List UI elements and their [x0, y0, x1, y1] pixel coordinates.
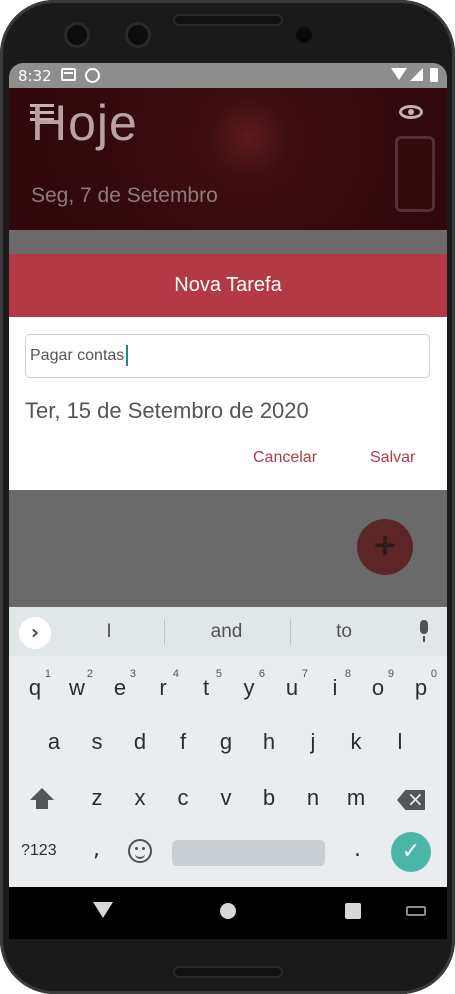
- eye-icon: [399, 105, 423, 119]
- key[interactable]: z: [81, 774, 113, 822]
- space-key[interactable]: [172, 840, 325, 866]
- wifi-icon: [391, 68, 407, 80]
- earpiece-speaker: [173, 14, 283, 26]
- front-sensor: [125, 22, 151, 48]
- period-key[interactable]: .: [354, 837, 361, 862]
- task-name-input[interactable]: Pagar contas: [25, 334, 430, 378]
- key[interactable]: n: [297, 774, 329, 822]
- key[interactable]: l: [384, 718, 416, 766]
- key[interactable]: m: [340, 774, 372, 822]
- calendar-icon: [61, 68, 76, 81]
- suggestion-divider: [164, 619, 165, 645]
- key[interactable]: y6: [233, 664, 266, 712]
- key[interactable]: g: [210, 718, 242, 766]
- text-cursor: [126, 345, 129, 367]
- sync-icon: [85, 68, 100, 83]
- key[interactable]: u7: [276, 664, 308, 712]
- app-header: Hoje Seg, 7 de Setembro: [9, 88, 447, 230]
- header-decoration-image: [395, 136, 435, 212]
- key[interactable]: a: [38, 718, 70, 766]
- bottom-speaker: [173, 966, 283, 978]
- key[interactable]: j: [297, 718, 329, 766]
- microphone-icon[interactable]: [417, 620, 431, 644]
- front-camera: [64, 22, 90, 48]
- dialog-title: Nova Tarefa: [9, 254, 447, 317]
- phone-frame: 8:32 Hoje Seg, 7 de Setembro + Nova Tare…: [0, 0, 455, 994]
- suggestion-item[interactable]: and: [199, 621, 254, 643]
- key[interactable]: e3: [104, 664, 136, 712]
- keyboard-switch-icon[interactable]: [406, 906, 426, 916]
- key[interactable]: w2: [61, 664, 93, 712]
- proximity-sensor: [296, 27, 312, 43]
- suggestion-item[interactable]: I: [103, 621, 115, 643]
- suggestion-divider: [290, 619, 291, 645]
- suggestion-item[interactable]: to: [329, 621, 359, 643]
- comma-key[interactable]: ,: [93, 837, 100, 862]
- key[interactable]: b: [253, 774, 285, 822]
- due-date-field[interactable]: Ter, 15 de Setembro de 2020: [25, 398, 309, 424]
- screen: 8:32 Hoje Seg, 7 de Setembro + Nova Tare…: [9, 63, 447, 939]
- battery-icon: [430, 68, 438, 82]
- key[interactable]: r4: [147, 664, 179, 712]
- shift-icon[interactable]: [29, 788, 55, 814]
- page-date: Seg, 7 de Setembro: [31, 184, 218, 207]
- key[interactable]: t5: [190, 664, 222, 712]
- emoji-icon[interactable]: [128, 839, 152, 863]
- key[interactable]: c: [167, 774, 199, 822]
- key[interactable]: d: [124, 718, 156, 766]
- status-time: 8:32: [18, 67, 52, 85]
- new-task-dialog: Nova Tarefa Pagar contas Ter, 15 de Sete…: [9, 254, 447, 490]
- key[interactable]: x: [124, 774, 156, 822]
- back-icon[interactable]: [93, 902, 113, 918]
- page-title: Hoje: [31, 95, 138, 151]
- cancel-button[interactable]: Cancelar: [253, 449, 317, 467]
- key[interactable]: i8: [319, 664, 351, 712]
- recent-apps-icon[interactable]: [345, 903, 361, 919]
- task-name-value: Pagar contas: [30, 347, 125, 364]
- key[interactable]: k: [340, 718, 372, 766]
- signal-icon: [410, 68, 423, 81]
- chevron-right-icon[interactable]: ›: [19, 617, 51, 649]
- key[interactable]: h: [253, 718, 285, 766]
- key[interactable]: s: [81, 718, 113, 766]
- suggestion-bar: › I and to: [9, 607, 447, 656]
- key[interactable]: p0: [405, 664, 437, 712]
- add-task-button: +: [357, 519, 413, 575]
- key[interactable]: o9: [362, 664, 394, 712]
- numbers-key[interactable]: ?123: [21, 842, 57, 860]
- home-icon[interactable]: [220, 903, 236, 919]
- navigation-bar: [9, 887, 447, 939]
- key[interactable]: q1: [19, 664, 51, 712]
- key[interactable]: f: [167, 718, 199, 766]
- save-button[interactable]: Salvar: [370, 449, 415, 467]
- key[interactable]: v: [210, 774, 242, 822]
- check-icon[interactable]: ✓: [391, 832, 431, 872]
- status-bar: 8:32: [9, 63, 447, 88]
- backspace-icon[interactable]: [397, 790, 425, 810]
- soft-keyboard: › I and to q1 w2 e3 r4 t5 y6 u7 i8 o9 p0: [9, 607, 447, 887]
